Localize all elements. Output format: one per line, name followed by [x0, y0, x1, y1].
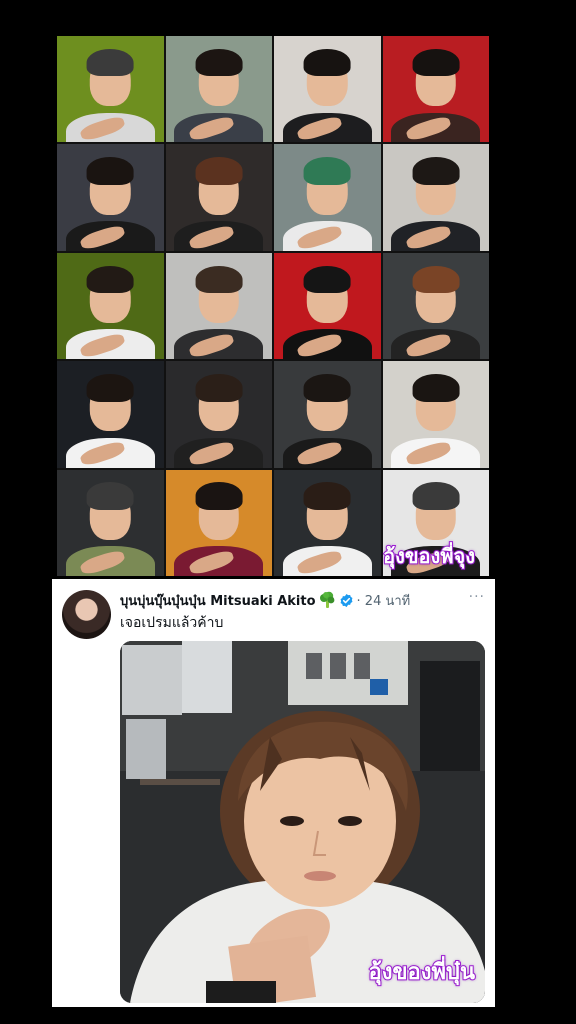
hair-shape — [412, 265, 460, 294]
hair-shape — [195, 373, 243, 402]
collage-tile — [274, 144, 381, 251]
timestamp[interactable]: · 24 นาที — [357, 590, 411, 611]
collage-tile — [165, 144, 272, 251]
hair-shape — [195, 157, 243, 185]
collage-tile — [57, 361, 164, 468]
screenshot-page: บุนบุ่นบุ๊นบุ๋นบุ๋น Mitsuaki Akito · 24 … — [0, 0, 576, 1024]
photo-overlay-caption: อุ้งของพี่บุ๋น — [368, 959, 476, 986]
collage-tile — [165, 252, 272, 360]
collage-tile — [382, 144, 489, 251]
tweet-card[interactable]: บุนบุ่นบุ๊นบุ๋นบุ๋น Mitsuaki Akito · 24 … — [52, 579, 495, 1007]
hair-shape — [412, 482, 460, 511]
hair-shape — [303, 157, 351, 185]
hair-shape — [86, 265, 134, 294]
hair-shape — [303, 48, 351, 77]
hair-shape — [86, 48, 134, 77]
collage-tile — [57, 469, 164, 576]
tweet-photo[interactable]: อุ้งของพี่บุ๋น — [120, 641, 485, 1003]
verified-badge-icon — [339, 593, 354, 608]
hair-shape — [303, 373, 351, 402]
avatar[interactable] — [62, 590, 111, 639]
collage-tile — [57, 144, 164, 251]
collage-tile — [165, 36, 272, 143]
collage-tile — [382, 36, 489, 143]
selfie-photo-illustration — [120, 641, 485, 1003]
hair-shape — [86, 482, 134, 511]
broccoli-icon — [318, 591, 336, 609]
collage-tile — [57, 36, 164, 143]
collage-tile — [165, 469, 272, 576]
hair-shape — [412, 48, 460, 77]
hair-shape — [195, 482, 243, 511]
collage-tile — [165, 361, 272, 468]
collage-tile — [274, 469, 381, 576]
hair-shape — [195, 48, 243, 77]
display-name[interactable]: บุนบุ่นบุ๊นบุ๋นบุ๋น Mitsuaki Akito — [120, 590, 316, 611]
collage-tile — [274, 252, 381, 360]
selfie-collage-image[interactable] — [57, 36, 489, 576]
collage-tile — [382, 252, 489, 360]
collage-tile — [382, 361, 489, 468]
collage-tile — [382, 469, 489, 576]
tweet-header: บุนบุ่นบุ๊นบุ๋นบุ๋น Mitsuaki Akito · 24 … — [120, 589, 487, 611]
hair-shape — [412, 373, 460, 402]
hair-shape — [412, 157, 460, 185]
collage-tile — [274, 36, 381, 143]
hair-shape — [195, 265, 243, 294]
tweet-text: เจอเปรมแล้วค้าบ — [120, 615, 224, 631]
more-options-icon[interactable]: ··· — [469, 589, 485, 605]
hair-shape — [86, 157, 134, 185]
collage-tile — [274, 361, 381, 468]
collage-tile — [57, 252, 164, 360]
hair-shape — [303, 265, 351, 294]
hair-shape — [86, 373, 134, 402]
hair-shape — [303, 482, 351, 511]
